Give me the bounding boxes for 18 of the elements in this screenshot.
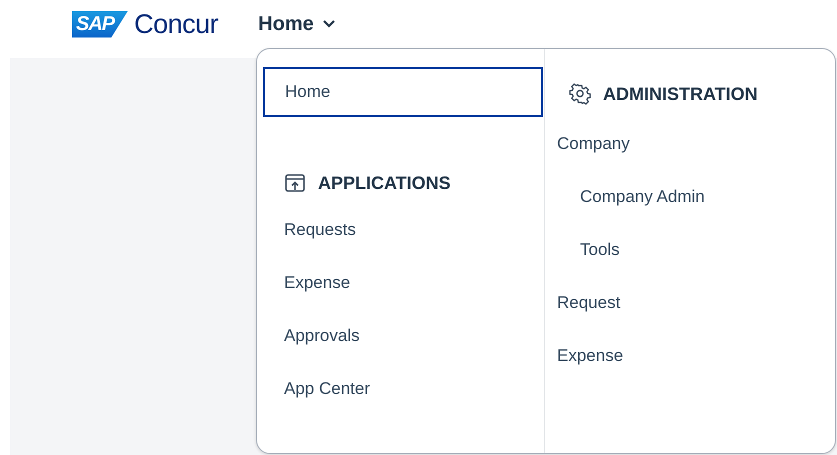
section-heading: APPLICATIONS <box>318 172 451 194</box>
brand-name: Concur <box>134 8 218 40</box>
menu-item[interactable]: Approvals <box>263 320 544 373</box>
caret-icon <box>322 19 336 29</box>
menu-item[interactable]: Home <box>263 67 543 117</box>
menu-item[interactable]: Requests <box>263 214 544 267</box>
menu-item[interactable]: Company Admin <box>545 181 835 234</box>
settings-icon <box>569 83 591 105</box>
section-heading: ADMINISTRATION <box>603 84 758 104</box>
app-upload-icon <box>284 172 306 194</box>
menu-item[interactable]: App Center <box>263 373 544 426</box>
menu-item[interactable]: Request <box>545 287 835 340</box>
menu-item[interactable]: Tools <box>545 234 835 287</box>
menu-item[interactable]: Expense <box>263 267 544 320</box>
home-menu-button[interactable]: Home <box>258 12 336 36</box>
menu-item[interactable]: Company <box>545 128 835 181</box>
menu-item[interactable]: Expense <box>545 340 835 393</box>
sap-logo: SAP <box>72 10 128 38</box>
